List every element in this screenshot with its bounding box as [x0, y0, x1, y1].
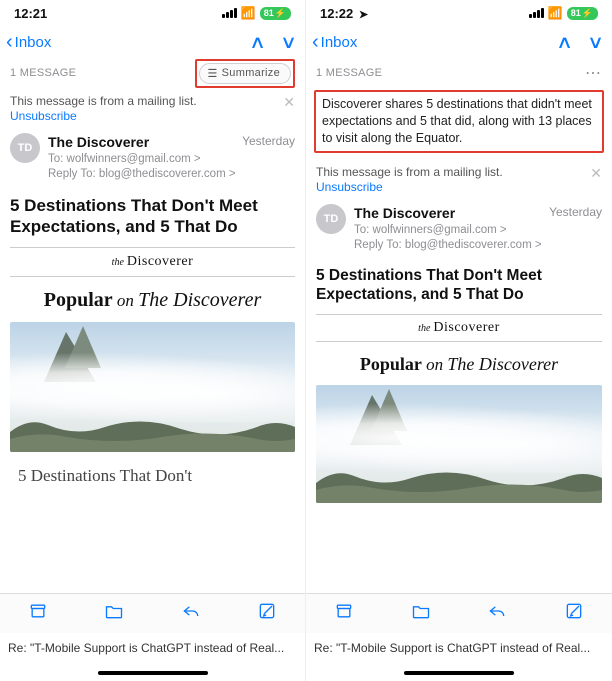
phone-left: 12:21 📶 81⚡ ‹ Inbox ∧ ∨ 1 MESSAGE ☰ — [0, 0, 306, 681]
popular-heading: Popular on The Discoverer — [306, 350, 612, 385]
home-indicator[interactable] — [98, 671, 208, 675]
sender-name: The Discoverer — [354, 204, 455, 223]
status-bar: 12:22 ➤ 📶 81⚡ — [306, 0, 612, 26]
folder-button[interactable] — [104, 601, 124, 626]
home-indicator[interactable] — [404, 671, 514, 675]
sender-block[interactable]: TD The Discoverer Yesterday To: wolfwinn… — [0, 129, 305, 191]
sender-block[interactable]: TD The Discoverer Yesterday To: wolfwinn… — [306, 200, 612, 262]
more-button[interactable]: ⋯ — [585, 63, 602, 83]
sender-lines: The Discoverer Yesterday To: wolfwinners… — [354, 204, 602, 254]
hero-image — [10, 322, 295, 452]
brand-bar: theDiscoverer — [316, 314, 602, 342]
brand-name: Discoverer — [433, 320, 499, 335]
phone-right: 12:22 ➤ 📶 81⚡ ‹ Inbox ∧ ∨ 1 MESSAGE ⋯ — [306, 0, 612, 681]
nav-bar: ‹ Inbox ∧ ∨ — [306, 26, 612, 58]
close-icon[interactable]: ✕ — [283, 94, 295, 111]
wifi-icon: 📶 — [241, 6, 256, 20]
sent-when: Yesterday — [242, 133, 295, 152]
mailing-list-banner: This message is from a mailing list. Uns… — [306, 159, 612, 200]
compose-button[interactable] — [257, 601, 277, 626]
wifi-icon: 📶 — [548, 6, 563, 20]
article-subhead: 5 Destinations That Don't — [0, 452, 305, 486]
prev-message-button[interactable]: ∧ — [556, 32, 573, 53]
brand-the: the — [112, 257, 124, 268]
ai-summary-text: Discoverer shares 5 destinations that di… — [322, 96, 596, 147]
status-time: 12:21 — [14, 6, 47, 21]
chevron-left-icon: ‹ — [312, 32, 319, 52]
avatar: TD — [316, 204, 346, 234]
popular-word: Popular — [44, 289, 113, 311]
to-line: To: wolfwinners@gmail.com > — [48, 152, 295, 168]
status-bar: 12:21 📶 81⚡ — [0, 0, 305, 26]
message-count: 1 MESSAGE — [10, 67, 76, 79]
reply-button[interactable] — [487, 601, 507, 626]
caption-line: Re: "T-Mobile Support is ChatGPT instead… — [306, 637, 612, 655]
message-count: 1 MESSAGE — [316, 67, 382, 79]
back-button[interactable]: ‹ Inbox — [312, 32, 357, 52]
count-row: 1 MESSAGE ☰ Summarize — [0, 58, 305, 88]
signal-icon — [529, 8, 544, 18]
close-icon[interactable]: ✕ — [590, 165, 602, 182]
brand-bar: theDiscoverer — [10, 247, 295, 277]
caption-line: Re: "T-Mobile Support is ChatGPT instead… — [0, 637, 305, 655]
count-row: 1 MESSAGE ⋯ — [306, 58, 612, 88]
next-message-button[interactable]: ∨ — [587, 32, 604, 53]
popular-source: The Discoverer — [447, 354, 558, 374]
location-icon: ➤ — [359, 9, 368, 21]
popular-on: on — [422, 355, 448, 374]
bottom-toolbar — [0, 593, 305, 633]
folder-button[interactable] — [411, 601, 431, 626]
reply-to-line: Reply To: blog@thediscoverer.com > — [354, 238, 602, 254]
mailing-list-banner: This message is from a mailing list. Uns… — [0, 88, 305, 129]
to-line: To: wolfwinners@gmail.com > — [354, 223, 602, 239]
reply-to-line: Reply To: blog@thediscoverer.com > — [48, 167, 295, 183]
bottom-toolbar — [306, 593, 612, 633]
battery-badge: 81⚡ — [567, 7, 598, 20]
highlight-summary: Discoverer shares 5 destinations that di… — [314, 90, 604, 153]
unsubscribe-link[interactable]: Unsubscribe — [10, 109, 197, 123]
status-right: 📶 81⚡ — [222, 6, 291, 20]
battery-badge: 81⚡ — [260, 7, 291, 20]
popular-word: Popular — [360, 354, 422, 374]
sent-when: Yesterday — [549, 204, 602, 223]
popular-source: The Discoverer — [138, 289, 261, 311]
summarize-button[interactable]: ☰ Summarize — [199, 63, 292, 84]
screenshot-pair: 12:21 📶 81⚡ ‹ Inbox ∧ ∨ 1 MESSAGE ☰ — [0, 0, 612, 681]
prev-next: ∧ ∨ — [251, 32, 295, 53]
highlight-summarize: ☰ Summarize — [195, 59, 296, 88]
summarize-label: Summarize — [222, 67, 280, 79]
popular-heading: Popular on The Discoverer — [0, 285, 305, 322]
prev-message-button[interactable]: ∧ — [249, 32, 266, 53]
archive-button[interactable] — [28, 601, 48, 626]
mailing-text: This message is from a mailing list. — [10, 94, 197, 108]
brand-the: the — [418, 323, 430, 334]
nav-bar: ‹ Inbox ∧ ∨ — [0, 26, 305, 58]
signal-icon — [222, 8, 237, 18]
chevron-left-icon: ‹ — [6, 32, 13, 52]
email-headline: 5 Destinations That Don't Meet Expectati… — [0, 191, 305, 248]
mailing-text: This message is from a mailing list. — [316, 165, 503, 179]
sender-lines: The Discoverer Yesterday To: wolfwinners… — [48, 133, 295, 183]
back-button[interactable]: ‹ Inbox — [6, 32, 51, 52]
back-label: Inbox — [15, 34, 52, 51]
unsubscribe-link[interactable]: Unsubscribe — [316, 180, 503, 194]
summarize-icon: ☰ — [208, 67, 218, 80]
status-time-group: 12:22 ➤ — [320, 6, 368, 21]
avatar: TD — [10, 133, 40, 163]
reply-button[interactable] — [181, 601, 201, 626]
popular-on: on — [113, 291, 139, 310]
sender-name: The Discoverer — [48, 133, 149, 152]
archive-button[interactable] — [334, 601, 354, 626]
status-right: 📶 81⚡ — [529, 6, 598, 20]
next-message-button[interactable]: ∨ — [280, 32, 297, 53]
email-headline: 5 Destinations That Don't Meet Expectati… — [306, 262, 612, 315]
hero-image — [316, 385, 602, 503]
status-time: 12:22 — [320, 6, 353, 21]
compose-button[interactable] — [564, 601, 584, 626]
brand-name: Discoverer — [127, 254, 193, 269]
back-label: Inbox — [321, 34, 358, 51]
prev-next: ∧ ∨ — [558, 32, 602, 53]
